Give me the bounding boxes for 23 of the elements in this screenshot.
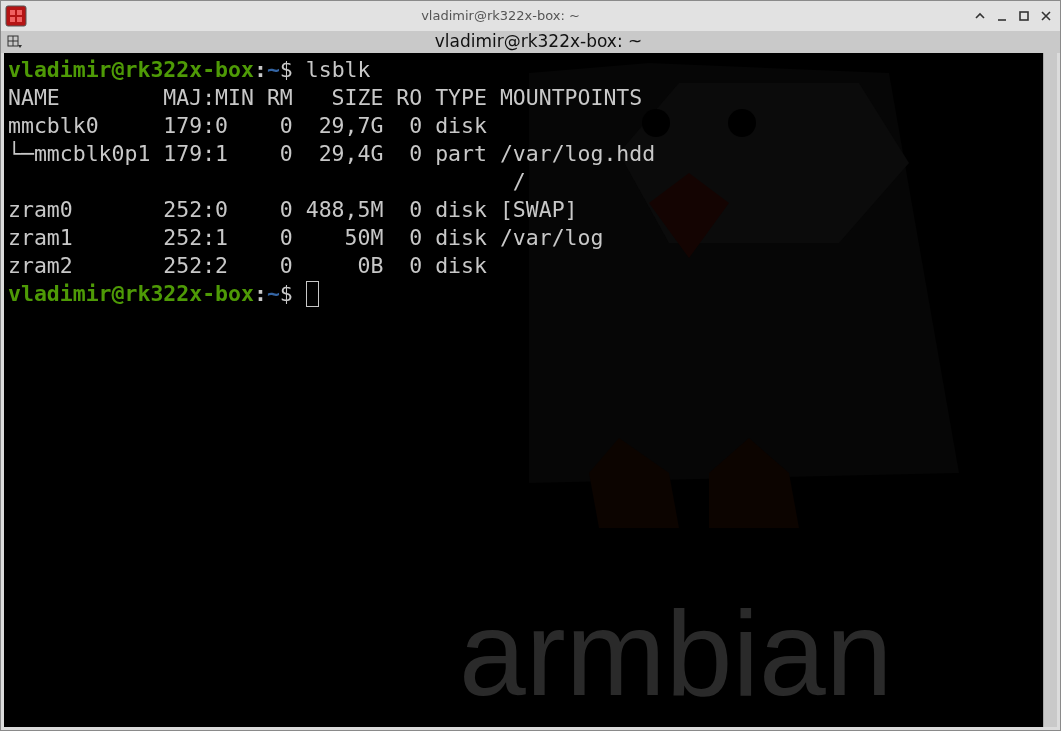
- scrollbar[interactable]: [1043, 53, 1057, 727]
- output-line: └─mmcblk0p1 179:1 0 29,4G 0 part /var/log.hdd: [8, 140, 656, 168]
- app-icon[interactable]: [5, 5, 27, 27]
- terminal-screen[interactable]: [4, 53, 1043, 727]
- command-text: $: [279, 280, 294, 308]
- output-line: zram1 252:1 0 50M 0 disk /var/log: [8, 224, 604, 252]
- output-line: zram0 252:0 0 488,5M 0 disk [SWAP]: [8, 196, 578, 224]
- prompt-separator: :: [253, 56, 267, 84]
- output-line: zram2 252:2 0 0B 0 disk: [8, 252, 488, 280]
- output-line: /: [511, 168, 526, 196]
- menu-icon[interactable]: [7, 35, 23, 49]
- window-title: vladimir@rk322x-box: ~: [421, 7, 580, 26]
- prompt-path: ~: [266, 280, 280, 308]
- command-text: $ lsblk: [279, 56, 371, 84]
- prompt-user-host: vladimir@rk322x-box: [8, 56, 254, 84]
- output-line: NAME MAJ:MIN RM SIZE RO TYPE MOUNTPOINTS: [8, 84, 643, 112]
- prompt-user-host: vladimir@rk322x-box: [8, 280, 254, 308]
- prompt-path: ~: [266, 56, 280, 84]
- maximize-icon[interactable]: [1018, 10, 1030, 22]
- prompt-separator: :: [253, 280, 267, 308]
- close-icon[interactable]: [1040, 10, 1052, 22]
- output-line: mmcblk0 179:0 0 29,7G 0 disk: [8, 112, 488, 140]
- terminal-title: vladimir@rk322x-box: ~: [434, 30, 643, 54]
